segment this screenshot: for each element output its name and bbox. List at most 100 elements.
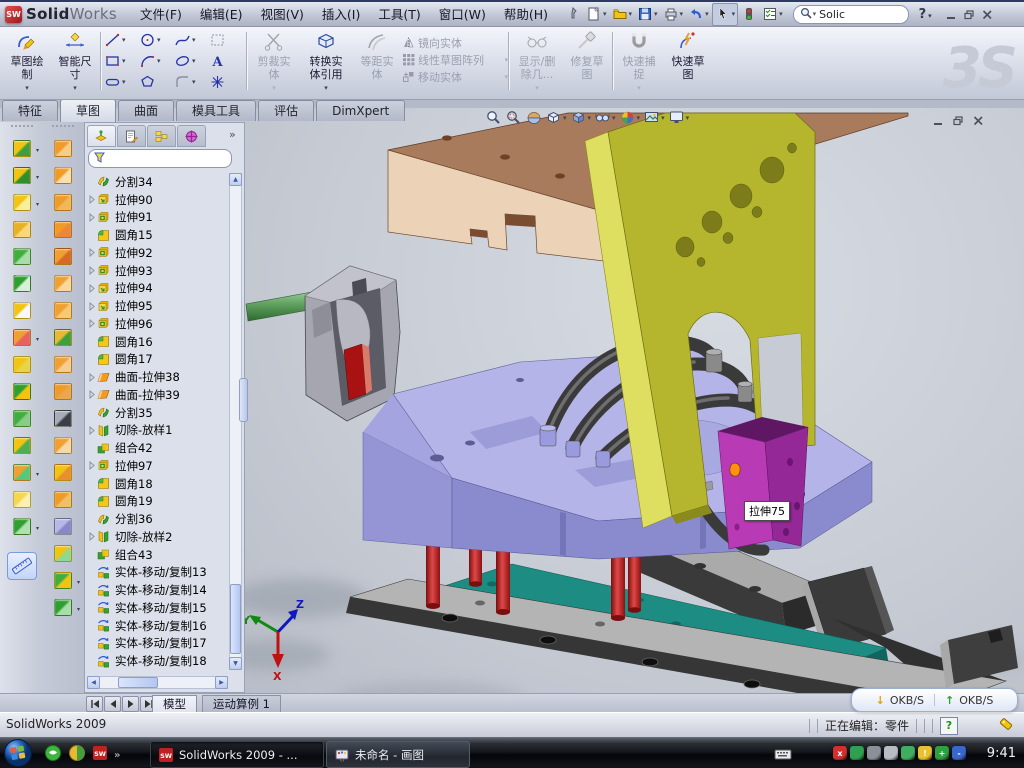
extruded-boss-button[interactable]: ▾ [7, 135, 37, 162]
linear-pattern-button[interactable]: ▾ [7, 324, 37, 351]
revolved-boss-button[interactable] [48, 162, 78, 189]
quick-launch-more[interactable]: » [114, 750, 120, 761]
quick-tips-icon[interactable]: ? [940, 717, 958, 735]
tree-item[interactable]: 曲面-拉伸39 [87, 386, 228, 404]
rapid-sketch-button[interactable]: 快速草图 [664, 29, 712, 95]
task-solidworks[interactable]: SWSolidWorks 2009 - ... [150, 741, 324, 768]
tree-item[interactable]: 切除-放样2 [87, 528, 228, 546]
chevron-down-icon[interactable]: ▾ [813, 10, 817, 18]
linear-sketch-pattern-button[interactable]: 线性草图阵列▾ [402, 51, 508, 68]
scrollbar-thumb[interactable] [230, 584, 241, 654]
media-app-icon[interactable] [68, 744, 86, 766]
search-box[interactable]: ▾ Solic [793, 5, 909, 24]
doc-tab-motion[interactable]: 运动算例 1 [202, 695, 281, 713]
toolbar-drag-handle[interactable] [52, 125, 74, 131]
convert-entities-button[interactable]: 转换实体引用 ▾ [300, 29, 352, 95]
draft-button[interactable] [7, 243, 37, 270]
scroll-up-icon[interactable]: ▲ [229, 173, 242, 186]
combine-bodies-button[interactable] [7, 378, 37, 405]
tree-item[interactable]: 实体-移动/复制14 [87, 581, 228, 599]
tree-item[interactable]: 实体-移动/复制18 [87, 652, 228, 670]
sketch-button[interactable]: 草图绘制 ▾ [4, 29, 50, 95]
restore-button[interactable] [964, 5, 975, 24]
expand-arrow-icon[interactable] [87, 284, 97, 293]
expand-arrow-icon[interactable] [87, 461, 97, 470]
boss-feature-button[interactable] [7, 486, 37, 513]
next-tab-button[interactable] [122, 696, 139, 712]
update-service-tray-icon[interactable] [867, 746, 881, 760]
tree-item[interactable]: 分割36 [87, 510, 228, 528]
expand-arrow-icon[interactable] [87, 390, 97, 399]
spline-surface-button[interactable]: ▾ [48, 594, 78, 621]
security-shield-tray-icon[interactable] [850, 746, 864, 760]
delete-keep-body-button[interactable]: ▾ [7, 459, 37, 486]
featuremanager-tab[interactable] [87, 125, 116, 147]
polygon-tool[interactable] [139, 72, 173, 92]
tree-item[interactable]: 实体-移动/复制15 [87, 599, 228, 617]
tree-filter-input[interactable] [88, 149, 232, 168]
tree-item[interactable]: 拉伸97 [87, 457, 228, 475]
expand-arrow-icon[interactable] [87, 195, 97, 204]
zoom-area-icon[interactable] [505, 109, 522, 126]
tree-item[interactable]: 组合42 [87, 439, 228, 457]
offset-entities-button[interactable]: 等距实体 [354, 29, 400, 95]
point-tool[interactable] [209, 72, 243, 92]
slot-tool[interactable]: ▾ [104, 72, 138, 92]
section-view-icon[interactable] [525, 109, 542, 126]
close-button[interactable] [982, 5, 993, 24]
circle-tool[interactable]: ▾ [139, 30, 173, 50]
rebuild-icon[interactable] [739, 4, 759, 25]
select-box-tool[interactable] [209, 30, 243, 50]
tree-item[interactable]: 圆角17 [87, 351, 228, 369]
expand-arrow-icon[interactable] [87, 213, 97, 222]
new-icon[interactable]: ▾ [584, 4, 609, 25]
network-speed-widget[interactable]: ↓ OKB/S ↑ OKB/S [851, 688, 1018, 712]
swept-cut-button[interactable] [48, 243, 78, 270]
sync-tool-tray-icon[interactable]: - [952, 746, 966, 760]
propertymanager-tab[interactable] [117, 125, 146, 147]
menu-W[interactable]: 窗口(W) [430, 1, 495, 27]
solidworks-launcher-icon[interactable]: SW [92, 745, 108, 765]
graphics-area[interactable]: Y Z X ▾▾▾▾▾▾ 拉伸75 [245, 108, 1024, 695]
move-copy-body-button[interactable] [7, 432, 37, 459]
volume-tray-icon[interactable] [884, 746, 898, 760]
tree-item[interactable]: 曲面-拉伸38 [87, 368, 228, 386]
mirror-button[interactable] [7, 351, 37, 378]
rib-button[interactable] [7, 270, 37, 297]
expand-arrow-icon[interactable] [87, 248, 97, 257]
doc-restore-button[interactable] [953, 111, 964, 130]
display-delete-relations-button[interactable]: 显示/删除几... ▾ [512, 29, 562, 95]
help-button[interactable]: ?▾ [919, 7, 932, 22]
menu-F[interactable]: 文件(F) [131, 1, 191, 27]
parting-line-button[interactable]: ▾ [48, 567, 78, 594]
network-tool-tray-icon[interactable] [901, 746, 915, 760]
shell-button[interactable] [7, 216, 37, 243]
repair-sketch-button[interactable]: 修复草图 [564, 29, 610, 95]
menu-I[interactable]: 插入(I) [313, 1, 369, 27]
move-entities-button[interactable]: 移动实体▾ [402, 68, 508, 85]
thicken-button[interactable] [48, 513, 78, 540]
expand-arrow-icon[interactable] [87, 532, 97, 541]
ellipse-tool[interactable]: ▾ [174, 51, 208, 71]
extend-surface-button[interactable] [48, 432, 78, 459]
tree-item[interactable]: 圆角19 [87, 493, 228, 511]
trim-surface-button[interactable] [48, 459, 78, 486]
offset-surface-button[interactable] [48, 351, 78, 378]
freeform-button[interactable]: ▾ [7, 513, 37, 540]
warning-tray-icon[interactable]: ! [918, 746, 932, 760]
mirror-entities-button[interactable]: 镜向实体 [402, 34, 508, 51]
expand-arrow-icon[interactable] [87, 319, 97, 328]
save-icon[interactable]: ▾ [635, 4, 660, 25]
boundary-boss-button[interactable] [48, 216, 78, 243]
hole-wizard-button[interactable] [7, 297, 37, 324]
tree-item[interactable]: 拉伸93 [87, 262, 228, 280]
expand-arrow-icon[interactable] [87, 302, 97, 311]
lofted-cut-button[interactable] [48, 270, 78, 297]
quick-snaps-button[interactable]: 快速捕捉 ▾ [616, 29, 662, 95]
menu-V[interactable]: 视图(V) [252, 1, 313, 27]
view-orientation-icon[interactable]: ▾ [545, 109, 567, 126]
keyboard-layout-icon[interactable] [774, 747, 792, 766]
view-settings-icon[interactable]: ▾ [668, 109, 690, 126]
line-tool[interactable]: ▾ [104, 30, 138, 50]
tree-item[interactable]: 圆角15 [87, 226, 228, 244]
